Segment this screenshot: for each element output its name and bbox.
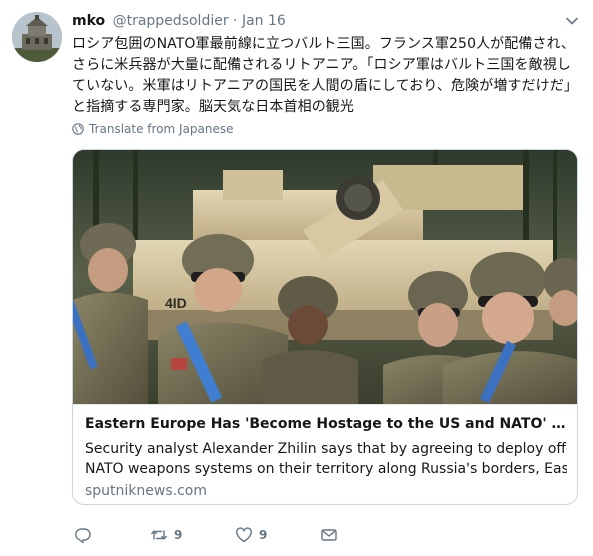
retweet-icon [151, 530, 167, 540]
tweet-text-line: と指摘する専門家。脳天気な日本首相の観光 [72, 99, 354, 115]
like-icon [236, 527, 252, 543]
reply-button[interactable] [74, 526, 92, 544]
card-description-line: Security analyst Alexander Zhilin says t… [85, 441, 567, 457]
tank-marking-text: 4ID [165, 295, 187, 311]
like-button[interactable]: 9 [235, 526, 267, 544]
translate-label: Translate from Japanese [89, 122, 234, 136]
card-description-line: NATO weapons systems on their territory … [85, 461, 567, 477]
tweet-text: ロシア包囲のNATO軍最前線に立つバルト三国。フランス軍250人が配備され、 さ… [72, 34, 578, 118]
dm-icon [321, 529, 337, 541]
card-domain: sputniknews.com [85, 483, 207, 499]
card-image[interactable]: 4ID [73, 150, 577, 404]
globe-icon [72, 123, 84, 135]
translate-link[interactable]: Translate from Japanese [72, 122, 234, 136]
link-card[interactable]: 4ID Eastern Europe Has 'Become Hostage t… [72, 149, 578, 505]
card-title: Eastern Europe Has 'Become Hostage to th… [85, 416, 567, 432]
author-handle[interactable]: @trappedsoldier [113, 13, 229, 29]
tweet-text-line: ていない。米軍はリトアニアの国民を人間の盾にしており、危険が増すだけだ」 [72, 78, 578, 94]
caret-down-icon[interactable] [565, 14, 579, 28]
author-name[interactable]: mko [72, 13, 105, 29]
tweet[interactable]: mko @trappedsoldier · Jan 16 ロシア包囲のNATO軍… [0, 0, 593, 556]
card-photo: 4ID [73, 150, 577, 404]
retweet-button[interactable]: 9 [150, 526, 182, 544]
avatar[interactable] [12, 12, 62, 62]
tweet-text-line: さらに米兵器が大量に配備されるリトアニア。「ロシア軍はバルト三国を敵視し [72, 57, 571, 73]
card-description: Security analyst Alexander Zhilin says t… [85, 439, 567, 479]
card-body[interactable]: Eastern Europe Has 'Become Hostage to th… [73, 404, 577, 504]
tweet-date[interactable]: Jan 16 [242, 13, 286, 29]
avatar-image [12, 12, 62, 62]
tweet-text-line: ロシア包囲のNATO軍最前線に立つバルト三国。フランス軍250人が配備され、 [72, 36, 575, 52]
direct-message-button[interactable] [320, 526, 338, 544]
header-separator: · [233, 13, 238, 29]
tweet-header: mko @trappedsoldier · Jan 16 [72, 12, 286, 30]
tweet-actions: 9 9 [72, 526, 572, 546]
reply-icon [75, 528, 91, 544]
like-count: 9 [259, 528, 268, 542]
retweet-count: 9 [174, 528, 183, 542]
